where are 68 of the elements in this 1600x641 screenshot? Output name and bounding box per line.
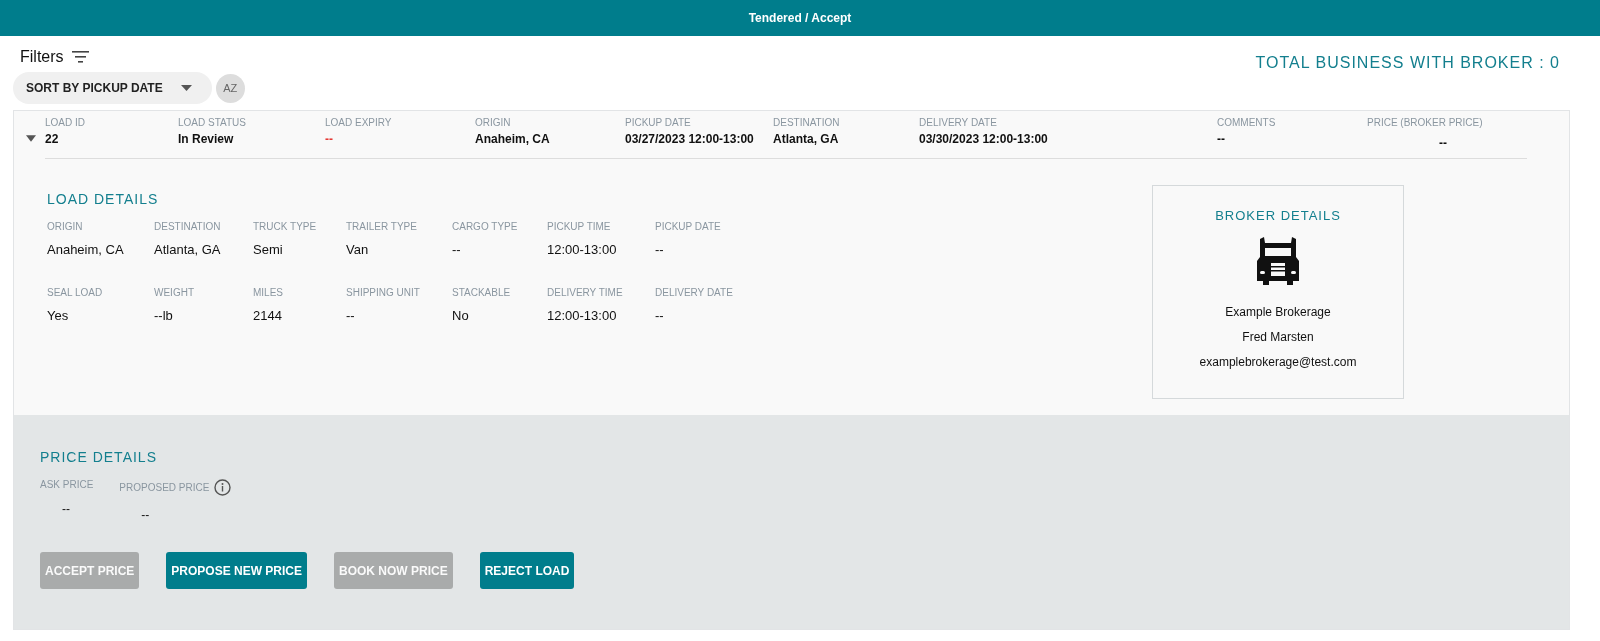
field-value: Van (346, 242, 370, 257)
field-label: DELIVERY TIME (547, 287, 624, 298)
field-label: PROPOSED PRICE (119, 482, 210, 493)
column-value: 03/30/2023 12:00-13:00 (919, 132, 1049, 146)
sort-order-button[interactable]: AZ (215, 73, 245, 103)
field-label: SEAL LOAD (47, 287, 104, 298)
section-title: BROKER DETAILS (1215, 208, 1341, 223)
field-value: -- (140, 508, 151, 522)
action-button[interactable]: REJECT LOAD (479, 552, 575, 589)
field-label: PICKUP DATE (655, 221, 722, 232)
column-value: Atlanta, GA (773, 132, 840, 146)
field-value: 12:00-13:00 (547, 242, 618, 257)
info-icon[interactable] (214, 479, 232, 496)
caret-icon (180, 85, 192, 91)
column-label: LOAD EXPIRY (325, 117, 393, 128)
field-value: 2144 (253, 308, 283, 323)
page-title: Tendered / Accept (748, 11, 852, 25)
section-title: LOAD DETAILS (47, 191, 160, 207)
sort-dropdown[interactable]: SORT BY PICKUP DATE (13, 72, 212, 104)
total-business: TOTAL BUSINESS WITH BROKER : 0 (1255, 53, 1561, 72)
column-label: DESTINATION (773, 117, 841, 128)
column-value: 03/27/2023 12:00-13:00 (625, 132, 755, 146)
field-value: Atlanta, GA (154, 242, 222, 257)
column-label: LOAD ID (45, 117, 86, 128)
field-label: TRAILER TYPE (346, 221, 418, 232)
column-value: -- (1439, 136, 1447, 150)
field-label: SHIPPING UNIT (346, 287, 421, 298)
field-label: TRUCK TYPE (253, 221, 318, 232)
column-label: ORIGIN (475, 117, 512, 128)
column-label: DELIVERY DATE (919, 117, 998, 128)
field-label: DELIVERY DATE (655, 287, 734, 298)
column-label: COMMENTS (1217, 117, 1277, 128)
column-value: 22 (45, 132, 60, 146)
column-label: LOAD STATUS (178, 117, 247, 128)
column-value: In Review (178, 132, 235, 146)
filter-icon[interactable] (71, 51, 89, 63)
field-value: -- (61, 502, 71, 516)
field-label: ORIGIN (47, 221, 84, 232)
column-value: -- (325, 132, 334, 146)
field-value: Anaheim, CA (47, 242, 125, 257)
filters-label[interactable]: Filters (20, 48, 64, 66)
column-label: PRICE (BROKER PRICE) (1367, 117, 1484, 128)
field-label: STACKABLE (452, 287, 512, 298)
broker-email: examplebrokerage@test.com (1199, 355, 1357, 369)
field-label: WEIGHT (154, 287, 195, 298)
field-value: No (452, 308, 470, 323)
field-label: PICKUP TIME (547, 221, 612, 232)
broker-company: Example Brokerage (1225, 305, 1331, 319)
field-value: -- (346, 308, 356, 323)
column-value: Anaheim, CA (475, 132, 551, 146)
truck-icon (1256, 237, 1300, 285)
field-value: --lb (154, 308, 174, 323)
field-label: MILES (253, 287, 284, 298)
field-value: 12:00-13:00 (547, 308, 618, 323)
field-value: -- (655, 242, 665, 257)
action-button[interactable]: PROPOSE NEW PRICE (166, 552, 308, 589)
field-label: ASK PRICE (40, 479, 94, 490)
field-value: -- (452, 242, 462, 257)
field-value: -- (655, 308, 665, 323)
column-label: PICKUP DATE (625, 117, 692, 128)
expand-caret-icon[interactable] (26, 135, 36, 142)
column-value: -- (1217, 132, 1226, 146)
field-label: DESTINATION (154, 221, 222, 232)
broker-contact: Fred Marsten (1242, 330, 1314, 344)
field-label: CARGO TYPE (452, 221, 519, 232)
field-value: Semi (253, 242, 284, 257)
field-value: Yes (47, 308, 70, 323)
section-title: PRICE DETAILS (40, 449, 158, 465)
